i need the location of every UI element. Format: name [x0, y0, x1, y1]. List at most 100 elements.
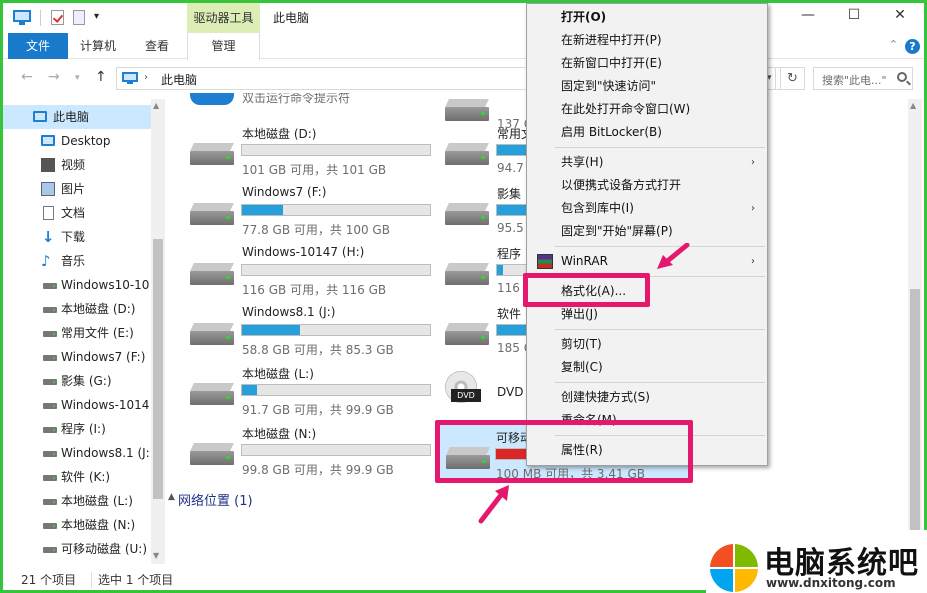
menu-item-bitlocker[interactable]: 启用 BitLocker(B)	[527, 121, 767, 144]
drive-n[interactable]: 本地磁盘 (N:) 99.8 GB 可用，共 99.9 GB	[168, 421, 431, 477]
forward-arrow-icon[interactable]: →	[48, 69, 60, 85]
tab-manage[interactable]: 管理	[187, 33, 260, 60]
refresh-icon[interactable]: ↻	[781, 67, 805, 90]
scroll-thumb[interactable]	[153, 239, 163, 499]
menu-separator	[555, 329, 765, 330]
menu-item-open-new-window[interactable]: 在新窗口中打开(E)	[527, 52, 767, 75]
group-network-locations[interactable]: 网络位置 (1)	[178, 490, 253, 509]
nav-item-drive-c[interactable]: Windows10-10	[3, 273, 151, 297]
drive-icon	[43, 547, 57, 553]
pink-arrow-icon	[478, 485, 509, 524]
toolbar-divider	[40, 10, 41, 26]
help-icon[interactable]: ?	[905, 39, 920, 54]
scroll-up-icon[interactable]: ▲	[910, 101, 916, 110]
properties-icon[interactable]	[51, 10, 64, 25]
window-title: 此电脑	[273, 11, 310, 25]
menu-item-share[interactable]: 共享(H) ›	[527, 151, 767, 174]
drive-icon	[190, 143, 234, 165]
back-arrow-icon[interactable]: ←	[21, 69, 33, 85]
history-chevron-icon[interactable]: ▾	[75, 73, 80, 83]
menu-item-copy[interactable]: 复制(C)	[527, 356, 767, 379]
nav-item-videos[interactable]: 视频	[3, 153, 151, 177]
drive-f[interactable]: Windows7 (F:) 77.8 GB 可用，共 100 GB	[168, 181, 431, 237]
tab-computer[interactable]: 计算机	[68, 33, 128, 59]
menu-item-open[interactable]: 打开(O)	[527, 6, 767, 29]
usage-bar	[241, 444, 431, 456]
drive-h[interactable]: Windows-10147 (H:) 116 GB 可用，共 116 GB	[168, 241, 431, 297]
nav-item-drive-e[interactable]: 常用文件 (E:)	[3, 321, 151, 345]
drive-icon	[43, 283, 57, 289]
monitor-icon	[33, 111, 47, 122]
menu-item-pin-quick-access[interactable]: 固定到"快速访问"	[527, 75, 767, 98]
nav-item-drive-k[interactable]: 软件 (K:)	[3, 465, 151, 489]
context-menu: 打开(O) 在新进程中打开(P) 在新窗口中打开(E) 固定到"快速访问" 在此…	[526, 3, 768, 466]
tab-view[interactable]: 查看	[128, 33, 186, 59]
menu-item-cut[interactable]: 剪切(T)	[527, 333, 767, 356]
drive-icon	[190, 203, 234, 225]
navigation-pane: 此电脑 Desktop 视频 图片 文档 ↓ 下载 ♪ 音乐 Windows10-1…	[3, 99, 165, 564]
nav-item-downloads[interactable]: ↓ 下载	[3, 225, 151, 249]
breadcrumb-chevron-icon[interactable]: ›	[144, 72, 148, 83]
computer-icon	[122, 72, 138, 84]
nav-item-music[interactable]: ♪ 音乐	[3, 249, 151, 273]
menu-item-pin-start[interactable]: 固定到"开始"屏幕(P)	[527, 220, 767, 243]
group-collapse-icon[interactable]: ▲	[168, 492, 175, 502]
drive-icon	[445, 323, 489, 345]
video-icon	[41, 158, 55, 172]
up-arrow-icon[interactable]: ↑	[95, 69, 107, 85]
scroll-down-icon[interactable]: ▼	[153, 551, 159, 560]
chevron-up-icon[interactable]: ⌃	[889, 38, 898, 51]
breadcrumb[interactable]: 此电脑	[161, 71, 197, 88]
content-scrollbar[interactable]: ▲ ▼	[908, 99, 922, 564]
new-folder-icon[interactable]	[73, 10, 85, 25]
menu-item-create-shortcut[interactable]: 创建快捷方式(S)	[527, 386, 767, 409]
ribbon-tabs: 文件 计算机 查看 管理 ⌃ ?	[3, 33, 924, 60]
close-button[interactable]: ✕	[877, 3, 923, 29]
nav-item-drive-d[interactable]: 本地磁盘 (D:)	[3, 297, 151, 321]
drive-j[interactable]: Windows8.1 (J:) 58.8 GB 可用，共 85.3 GB	[168, 301, 431, 357]
chevron-down-icon[interactable]: ▾	[94, 11, 99, 27]
search-input[interactable]: 搜索"此电..."	[813, 67, 913, 90]
drive-icon	[445, 99, 489, 121]
nav-item-drive-n[interactable]: 本地磁盘 (N:)	[3, 513, 151, 537]
drive-d[interactable]: 本地磁盘 (D:) 101 GB 可用，共 101 GB	[168, 121, 431, 177]
drive-l[interactable]: 本地磁盘 (L:) 91.7 GB 可用，共 99.9 GB	[168, 361, 431, 417]
partial-item-text: 双击运行命令提示符	[242, 93, 351, 105]
nav-item-desktop[interactable]: Desktop	[3, 129, 151, 153]
menu-item-include-library[interactable]: 包含到库中(I) ›	[527, 197, 767, 220]
drive-tools-tab[interactable]: 驱动器工具	[187, 3, 260, 33]
pink-arrow-icon	[657, 243, 690, 269]
tab-file[interactable]: 文件	[8, 33, 68, 59]
nav-item-this-pc[interactable]: 此电脑	[3, 105, 151, 129]
maximize-button[interactable]: ☐	[831, 3, 877, 29]
scroll-thumb[interactable]	[910, 289, 920, 539]
menu-item-open-portable[interactable]: 以便携式设备方式打开	[527, 174, 767, 197]
drive-icon	[43, 403, 57, 409]
site-watermark: 电脑系统吧 www.dnxitong.com	[706, 530, 927, 593]
partial-app-icon	[190, 93, 234, 105]
nav-item-pictures[interactable]: 图片	[3, 177, 151, 201]
menu-item-open-command-window[interactable]: 在此处打开命令窗口(W)	[527, 98, 767, 121]
nav-scrollbar[interactable]: ▲ ▼	[151, 99, 165, 564]
nav-item-drive-j[interactable]: Windows8.1 (J:	[3, 441, 151, 465]
drive-icon	[190, 323, 234, 345]
computer-icon[interactable]	[13, 10, 31, 26]
drive-icon	[445, 143, 489, 165]
nav-item-documents[interactable]: 文档	[3, 201, 151, 225]
nav-item-drive-h[interactable]: Windows-1014	[3, 393, 151, 417]
menu-item-winrar[interactable]: WinRAR ›	[527, 250, 767, 273]
nav-item-drive-f[interactable]: Windows7 (F:)	[3, 345, 151, 369]
nav-item-drive-l[interactable]: 本地磁盘 (L:)	[3, 489, 151, 513]
address-dropdown-icon[interactable]: ▾	[767, 67, 781, 90]
drive-highlight-box	[435, 420, 693, 483]
submenu-arrow-icon: ›	[751, 203, 755, 214]
nav-item-drive-u[interactable]: 可移动磁盘 (U:)	[3, 537, 151, 561]
drive-icon	[43, 355, 57, 361]
nav-item-drive-i[interactable]: 程序 (I:)	[3, 417, 151, 441]
usage-bar	[241, 384, 431, 396]
menu-item-open-new-process[interactable]: 在新进程中打开(P)	[527, 29, 767, 52]
scroll-up-icon[interactable]: ▲	[153, 101, 159, 110]
minimize-button[interactable]: —	[785, 3, 831, 29]
nav-item-drive-g[interactable]: 影集 (G:)	[3, 369, 151, 393]
title-bar: ▾ 驱动器工具 此电脑 — ☐ ✕	[3, 3, 924, 33]
